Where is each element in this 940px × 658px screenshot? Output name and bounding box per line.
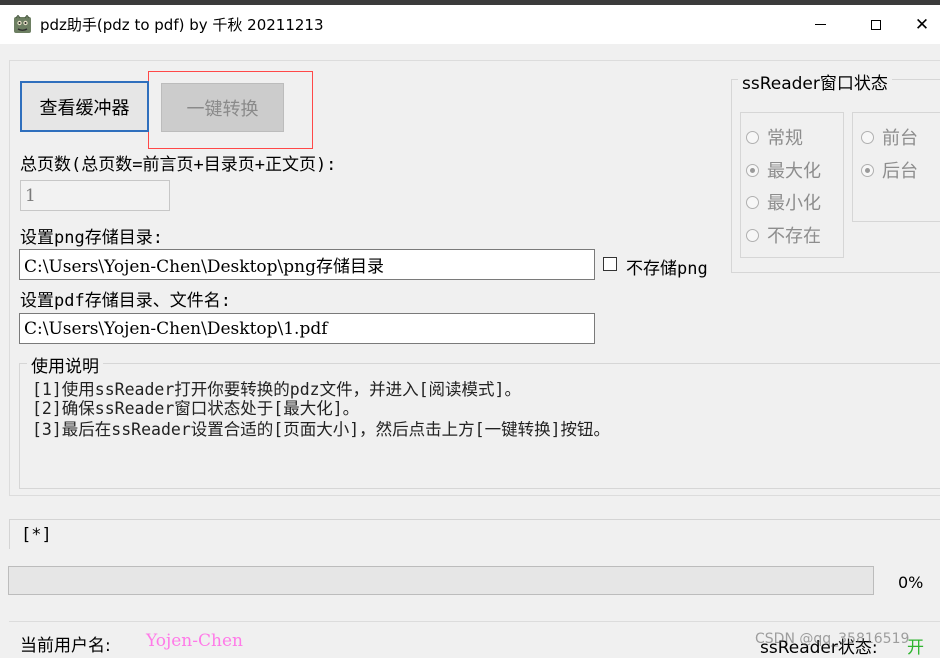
radio-minimized-label: 最小化 [767,193,821,214]
usage-line-3: [3]最后在ssReader设置合适的[页面大小]，然后点击上方[一键转换]按钮… [32,420,611,439]
no-store-png-checkbox[interactable] [603,257,617,271]
window-title: pdz助手(pdz to pdf) by 千秋 20211213 [40,16,324,34]
view-buffer-button[interactable]: 查看缓冲器 [20,81,149,132]
png-dir-label: 设置png存储目录: [20,228,163,248]
radio-minimized-dot [746,195,759,209]
radio-background-dot [861,163,874,177]
radio-background-label: 后台 [882,161,918,182]
ssreader-status-value: 开 [907,638,924,658]
radio-foreground-dot [861,130,874,144]
current-user-name: Yojen-Chen [146,631,243,651]
radio-not-exist-dot [746,228,759,242]
radio-not-exist-label: 不存在 [767,226,821,247]
close-icon: ✕ [914,14,930,35]
radio-maximized-label: 最大化 [767,161,821,182]
ssreader-state-title: ssReader窗口状态 [738,69,892,94]
maximize-button[interactable] [848,5,904,44]
current-user-label: 当前用户名: [20,636,111,656]
usage-line-2: [2]确保ssReader窗口状态处于[最大化]。 [32,399,360,418]
maximize-icon [871,19,881,30]
watermark: CSDN @qq_35816519 [755,631,910,647]
usage-line-1: [1]使用ssReader打开你要转换的pdz文件，并进入[阅读模式]。 [32,380,521,399]
radio-minimized[interactable]: 最小化 [746,189,821,215]
total-pages-input[interactable]: 1 [20,180,170,211]
minimize-icon [814,24,826,25]
app-icon [14,15,31,33]
one-click-convert-button[interactable]: 一键转换 [161,83,284,132]
radio-maximized[interactable]: 最大化 [746,157,821,183]
radio-maximized-dot [746,163,759,177]
radio-normal-label: 常规 [767,128,803,149]
usage-title: 使用说明 [27,352,103,377]
minimize-button[interactable] [792,5,848,44]
pdf-path-label: 设置pdf存储目录、文件名: [20,291,231,311]
radio-normal-dot [746,130,759,144]
radio-foreground-label: 前台 [882,128,918,149]
radio-background[interactable]: 后台 [861,157,918,183]
radio-not-exist[interactable]: 不存在 [746,222,821,248]
no-store-png-label: 不存储png [626,259,708,279]
pdf-path-input[interactable]: C:\Users\Yojen-Chen\Desktop\1.pdf [19,313,595,344]
radio-normal[interactable]: 常规 [746,124,803,150]
close-button[interactable]: ✕ [904,5,940,44]
status-text: [*] [21,524,52,545]
png-dir-input[interactable]: C:\Users\Yojen-Chen\Desktop\png存储目录 [19,249,595,280]
progress-percent: 0% [898,573,924,592]
status-field: [*] [9,519,940,549]
progress-bar [8,566,874,595]
total-pages-label: 总页数(总页数=前言页+目录页+正文页): [20,155,337,175]
radio-foreground[interactable]: 前台 [861,124,918,150]
